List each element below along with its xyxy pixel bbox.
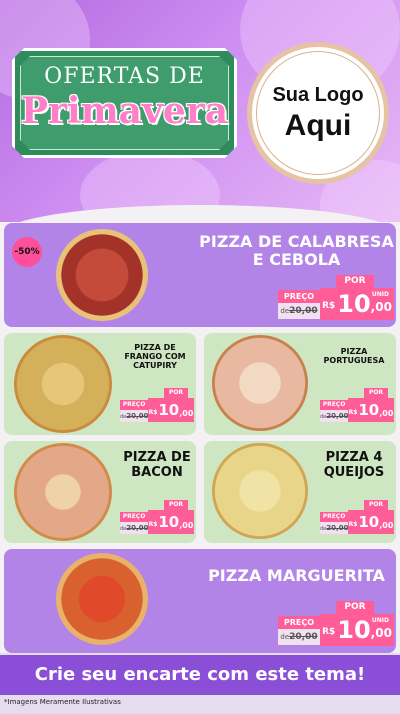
preco-label: PREÇO [320, 400, 348, 410]
por-label: POR [364, 500, 388, 510]
product-name: PIZZA PORTUGUESA [323, 347, 385, 366]
product-name: PIZZA DE BACON [123, 450, 191, 480]
logo-placeholder[interactable]: Sua Logo Aqui [247, 42, 389, 184]
product-card-portuguesa[interactable]: PIZZA PORTUGUESA POR PREÇO de20,00 R$ 10… [204, 333, 396, 435]
pizza-image [14, 443, 112, 541]
preco-label: PREÇO [120, 400, 148, 410]
pizza-image [212, 443, 308, 539]
product-card-4-queijos[interactable]: PIZZA 4 QUEIJOS POR PREÇO de20,00 R$ 10 … [204, 441, 396, 543]
preco-label: PREÇO [120, 512, 148, 522]
old-price: de20,00 [320, 522, 349, 534]
por-label: POR [164, 388, 188, 398]
pizza-image [56, 229, 148, 321]
old-price: de20,00 [278, 629, 320, 645]
new-price: R$ 10 ,00 [348, 398, 394, 422]
product-card-bacon[interactable]: PIZZA DE BACON POR PREÇO de20,00 R$ 10 ,… [4, 441, 196, 543]
new-price: R$ 10 ,00 [348, 510, 394, 534]
product-card-calabresa[interactable]: -50% PIZZA DE CALABRESA E CEBOLA POR PRE… [4, 223, 396, 327]
header-banner: OFERTAS DE Primavera Sua Logo Aqui [0, 0, 400, 222]
promo-title-line2: Primavera [20, 90, 229, 132]
product-name: PIZZA DE CALABRESA E CEBOLA [199, 232, 394, 270]
product-name: PIZZA 4 QUEIJOS [323, 450, 385, 480]
old-price: de20,00 [120, 410, 149, 422]
disclaimer-note: *Imagens Meramente Ilustrativas [4, 698, 121, 706]
pizza-image [14, 335, 112, 433]
old-price: de20,00 [278, 303, 320, 319]
product-card-marguerita[interactable]: PIZZA MARGUERITA POR PREÇO de20,00 R$ 10… [4, 549, 396, 653]
product-name: PIZZA DE FRANGO COM CATUPIRY [124, 343, 186, 371]
promo-title-badge: OFERTAS DE Primavera [12, 48, 237, 158]
cta-banner[interactable]: Crie seu encarte com este tema! [0, 655, 400, 695]
por-label: POR [164, 500, 188, 510]
por-label: POR [336, 601, 374, 614]
pizza-image [56, 553, 148, 645]
por-label: POR [336, 275, 374, 288]
old-price: de20,00 [120, 522, 149, 534]
discount-badge: -50% [12, 237, 42, 267]
new-price: R$ 10 ,00 [148, 398, 194, 422]
new-price: R$ 10 ,00 UNID [320, 288, 394, 320]
new-price: R$ 10 ,00 UNID [320, 614, 394, 646]
por-label: POR [364, 388, 388, 398]
new-price: R$ 10 ,00 [148, 510, 194, 534]
promo-title-line1: OFERTAS DE [44, 64, 205, 89]
preco-label: PREÇO [278, 290, 320, 303]
product-name: PIZZA MARGUERITA [208, 566, 385, 585]
preco-label: PREÇO [278, 616, 320, 629]
product-card-frango[interactable]: PIZZA DE FRANGO COM CATUPIRY POR PREÇO d… [4, 333, 196, 435]
preco-label: PREÇO [320, 512, 348, 522]
old-price: de20,00 [320, 410, 349, 422]
pizza-image [212, 335, 308, 431]
